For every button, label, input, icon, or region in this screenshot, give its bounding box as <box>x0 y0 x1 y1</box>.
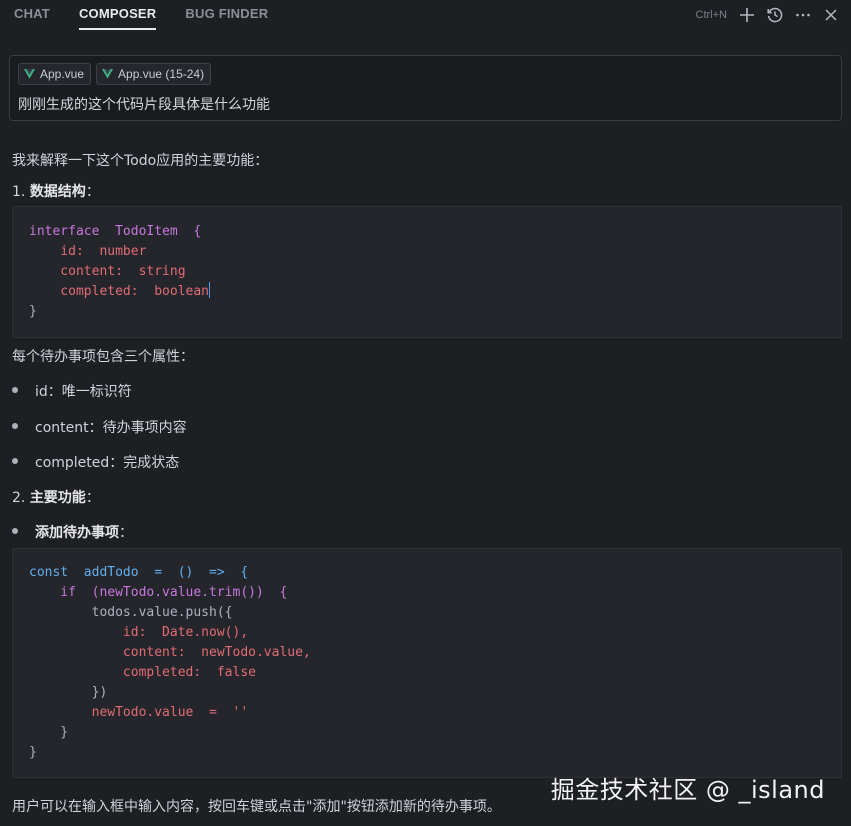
tab-bug-finder[interactable]: BUG FINDER <box>185 0 268 30</box>
code-text: content: string <box>29 264 186 279</box>
bullet-dot <box>12 423 18 429</box>
section-heading-1: 1. 数据结构： <box>12 181 100 201</box>
chip-label: App.vue (15-24) <box>118 67 205 81</box>
section-number: 1. <box>12 184 30 200</box>
toolbar-actions: Ctrl+N <box>696 0 843 30</box>
code-line: } <box>29 302 37 322</box>
code-text: if (newTodo.value.trim()) { <box>29 585 288 600</box>
paragraph-properties: 每个待办事项包含三个属性： <box>12 349 194 365</box>
code-line: } <box>29 743 37 763</box>
tab-chat[interactable]: CHAT <box>14 0 50 30</box>
code-block-interface: interface TodoItem { id: number content:… <box>12 206 842 338</box>
list-item: id：唯一标识符 <box>35 384 132 400</box>
code-text: content: newTodo.value, <box>29 645 311 660</box>
section-number: 2. <box>12 490 30 506</box>
code-line: newTodo.value = '' <box>29 703 249 723</box>
watermark: 掘金技术社区 @ _island <box>550 776 825 804</box>
list-item-title: 添加待办事项 <box>35 525 119 541</box>
list-item-colon: ： <box>119 525 133 541</box>
history-icon[interactable] <box>763 3 787 27</box>
list-item-heading: 添加待办事项： <box>35 522 133 542</box>
response-outro: 用户可以在输入框中输入内容，按回车键或点击"添加"按钮添加新的待办事项。 <box>12 799 501 815</box>
code-line: content: string <box>29 262 186 282</box>
code-line: } <box>29 723 68 743</box>
section-colon: ： <box>85 184 100 200</box>
section-title: 主要功能 <box>29 490 86 506</box>
code-line: content: newTodo.value, <box>29 643 311 663</box>
response-intro: 我来解释一下这个Todo应用的主要功能： <box>12 153 269 169</box>
more-icon[interactable] <box>791 3 815 27</box>
code-line: todos.value.push({ <box>29 603 233 623</box>
tab-composer[interactable]: COMPOSER <box>78 0 157 30</box>
code-line: id: number <box>29 242 146 262</box>
context-chips: App.vue App.vue (15-24) <box>18 63 212 85</box>
code-text: } <box>29 725 69 740</box>
code-line: if (newTodo.value.trim()) { <box>29 583 287 603</box>
code-text: interface TodoItem { <box>29 224 202 239</box>
code-line: completed: boolean <box>29 282 211 302</box>
code-text: id: Date.now(), <box>29 625 249 640</box>
code-line: interface TodoItem { <box>29 222 201 242</box>
plus-icon[interactable] <box>735 3 759 27</box>
bullet-dot <box>12 387 18 393</box>
list-item: content：待办事项内容 <box>35 420 187 436</box>
context-chip-selection[interactable]: App.vue (15-24) <box>96 63 212 85</box>
code-line: }) <box>29 683 108 703</box>
code-text: completed: boolean <box>29 284 210 299</box>
code-text: id: number <box>29 244 147 259</box>
code-text: } <box>29 745 37 760</box>
chip-label: App.vue <box>40 67 85 81</box>
code-text: newTodo.value = '' <box>29 705 249 720</box>
text-cursor <box>209 282 211 298</box>
section-colon: ： <box>85 490 100 506</box>
vue-icon <box>24 69 35 79</box>
new-shortcut-hint: Ctrl+N <box>695 9 727 21</box>
code-line: completed: false <box>29 663 256 683</box>
list-item: completed：完成状态 <box>35 455 180 471</box>
code-text: completed: false <box>29 665 256 680</box>
bullet-dot <box>12 458 18 464</box>
code-block-addtodo: const addTodo = () => { if (newTodo.valu… <box>12 548 842 778</box>
code-text: todos.value.push({ <box>29 605 233 620</box>
section-title: 数据结构 <box>29 184 86 200</box>
vue-icon <box>102 69 114 79</box>
user-prompt: 刚刚生成的这个代码片段具体是什么功能 <box>18 97 270 113</box>
bullet-dot <box>12 528 18 534</box>
top-bar: CHAT COMPOSER BUG FINDER Ctrl+N <box>0 0 851 30</box>
section-heading-2: 2. 主要功能： <box>12 487 100 507</box>
code-text: const addTodo = () => { <box>29 565 249 580</box>
code-line: const addTodo = () => { <box>29 563 248 583</box>
context-chip-file[interactable]: App.vue <box>18 63 92 85</box>
code-text: }) <box>29 685 108 700</box>
close-icon[interactable] <box>819 3 843 27</box>
composer-input-box[interactable]: App.vue App.vue (15-24) 刚刚生成的这个代码片段具体是什么… <box>9 55 842 121</box>
mode-tabs: CHAT COMPOSER BUG FINDER <box>14 0 297 30</box>
code-line: id: Date.now(), <box>29 623 248 643</box>
code-text: } <box>29 304 37 319</box>
